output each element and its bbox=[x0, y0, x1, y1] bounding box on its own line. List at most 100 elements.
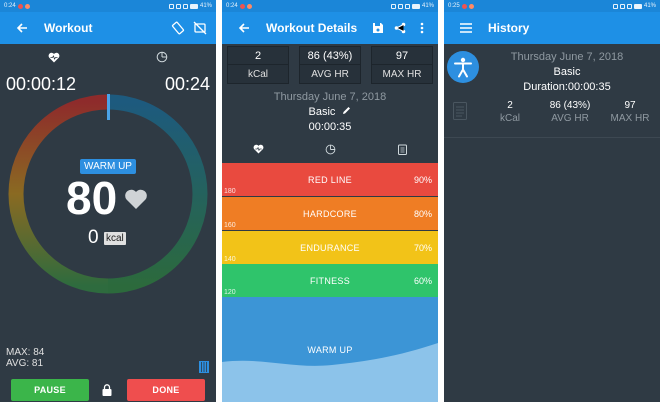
pencil-icon[interactable] bbox=[342, 106, 351, 118]
tab-chart[interactable] bbox=[108, 44, 216, 70]
workout-tabs bbox=[0, 44, 216, 70]
zone-warm-up: WARM UP bbox=[222, 297, 438, 402]
menu-icon[interactable] bbox=[458, 20, 474, 36]
history-screen: 0:25 41% History Thursday June 7, 2018 B… bbox=[444, 0, 660, 402]
back-arrow-icon[interactable] bbox=[236, 20, 252, 36]
status-bar: 0:25 41% bbox=[444, 0, 660, 12]
battery-percent: 41% bbox=[199, 3, 212, 9]
zone-hardcore: HARDCORE 80% 160 bbox=[222, 197, 438, 230]
wifi-icon bbox=[182, 3, 188, 9]
battery-icon bbox=[633, 3, 642, 9]
heart-rate-value: 80 bbox=[66, 172, 118, 224]
signal-icon bbox=[619, 3, 625, 9]
zone-percent: 70% bbox=[413, 243, 432, 253]
zone-name: RED LINE bbox=[308, 175, 352, 185]
document-icon bbox=[453, 102, 467, 125]
zone-min-bpm: 140 bbox=[224, 256, 236, 263]
stat-value: 86 (43%) bbox=[549, 100, 591, 111]
zone-name: ENDURANCE bbox=[300, 243, 360, 253]
status-time: 0:25 bbox=[448, 3, 460, 9]
page-title: History bbox=[488, 21, 530, 35]
bluetooth-icon bbox=[390, 3, 396, 9]
page-title: Workout bbox=[44, 21, 93, 35]
heart-pulse-icon bbox=[48, 52, 60, 62]
stat-value: 97 bbox=[371, 46, 433, 65]
tab-heart-rate[interactable] bbox=[0, 44, 108, 70]
screen-rotation-icon[interactable] bbox=[170, 20, 186, 36]
pie-clock-icon bbox=[156, 51, 168, 63]
stat-avg-hr: 86 (43%) AVG HR bbox=[299, 46, 361, 84]
history-stat-avg-hr: 86 (43%) AVG HR bbox=[540, 100, 600, 124]
zone-min-bpm: 120 bbox=[224, 289, 236, 296]
workout-date: Thursday June 7, 2018 bbox=[273, 91, 387, 103]
zone-percent: 60% bbox=[413, 276, 432, 286]
app-bar: Workout Details bbox=[222, 12, 438, 44]
status-bar: 0:24 41% bbox=[0, 0, 216, 12]
history-stat-kcal: 2 kCal bbox=[480, 100, 540, 124]
battery-icon bbox=[411, 3, 420, 9]
battery-percent: 41% bbox=[421, 3, 434, 9]
history-stat-max-hr: 97 MAX HR bbox=[600, 100, 660, 124]
done-button[interactable]: DONE bbox=[127, 379, 205, 401]
stat-value: 86 (43%) bbox=[299, 46, 361, 65]
workout-duration: 00:00:35 bbox=[308, 121, 352, 133]
zone-percent: 90% bbox=[413, 175, 432, 185]
save-icon[interactable] bbox=[370, 20, 386, 36]
stat-label: MAX HR bbox=[610, 113, 650, 124]
pause-button[interactable]: PAUSE bbox=[11, 379, 89, 401]
app-bar: Workout bbox=[0, 12, 216, 44]
share-icon[interactable] bbox=[392, 20, 408, 36]
wifi-icon bbox=[626, 3, 632, 9]
tab-chart[interactable] bbox=[294, 138, 366, 160]
app-bar: History bbox=[444, 12, 660, 44]
clipboard-icon bbox=[397, 144, 407, 155]
workout-screen: 0:24 41% Workout 00:00:12 00:24 WARM UP … bbox=[0, 0, 216, 402]
notification-icon bbox=[461, 3, 467, 9]
notification-icon bbox=[17, 3, 23, 9]
status-time: 0:24 bbox=[4, 3, 16, 9]
battery-icon bbox=[189, 3, 198, 9]
pie-clock-icon bbox=[325, 144, 335, 154]
tab-summary[interactable] bbox=[366, 138, 438, 160]
wifi-icon bbox=[404, 3, 410, 9]
workout-details-screen: 0:24 41% Workout Details 2 kCal 86 (43%)… bbox=[222, 0, 438, 402]
signal-icon bbox=[175, 3, 181, 9]
stat-value: 2 bbox=[227, 46, 289, 65]
stat-label: kCal bbox=[499, 113, 520, 124]
tab-heart-rate[interactable] bbox=[222, 138, 294, 160]
notification-icon bbox=[246, 3, 252, 9]
notification-icon bbox=[24, 3, 30, 9]
history-name: Basic bbox=[553, 66, 581, 78]
stat-value: 97 bbox=[624, 100, 636, 111]
page-title: Workout Details bbox=[266, 21, 358, 35]
stat-label: AVG HR bbox=[551, 113, 589, 124]
lock-icon[interactable] bbox=[102, 383, 112, 401]
notification-icon bbox=[239, 3, 245, 9]
zone-endurance: ENDURANCE 70% 140 bbox=[222, 231, 438, 264]
zone-name: WARM UP bbox=[307, 345, 353, 355]
more-vert-icon[interactable] bbox=[414, 20, 430, 36]
zone-percent: 80% bbox=[413, 209, 432, 219]
gauge-needle bbox=[107, 94, 110, 120]
kcal-unit: kcal bbox=[104, 232, 126, 245]
stat-max-hr: 97 MAX HR bbox=[371, 46, 433, 84]
details-tabs bbox=[222, 138, 438, 160]
bluetooth-icon bbox=[612, 3, 618, 9]
history-date: Thursday June 7, 2018 bbox=[510, 51, 624, 63]
bluetooth-icon bbox=[168, 3, 174, 9]
no-sim-icon[interactable] bbox=[192, 20, 208, 36]
zone-min-bpm: 180 bbox=[224, 188, 236, 195]
stat-label: AVG HR bbox=[299, 65, 361, 84]
zone-name: HARDCORE bbox=[303, 209, 357, 219]
history-duration: Duration:00:00:35 bbox=[523, 81, 611, 93]
avg-hr: AVG: 81 bbox=[6, 358, 44, 369]
status-time: 0:24 bbox=[226, 3, 238, 9]
stat-label: kCal bbox=[227, 65, 289, 84]
workout-name: Basic bbox=[308, 106, 336, 118]
zone-red-line: RED LINE 90% 180 bbox=[222, 163, 438, 196]
zone-name: FITNESS bbox=[309, 276, 351, 286]
list-icon[interactable] bbox=[199, 360, 209, 378]
heart-pulse-icon bbox=[253, 144, 263, 154]
back-arrow-icon[interactable] bbox=[14, 20, 30, 36]
battery-percent: 41% bbox=[643, 3, 656, 9]
